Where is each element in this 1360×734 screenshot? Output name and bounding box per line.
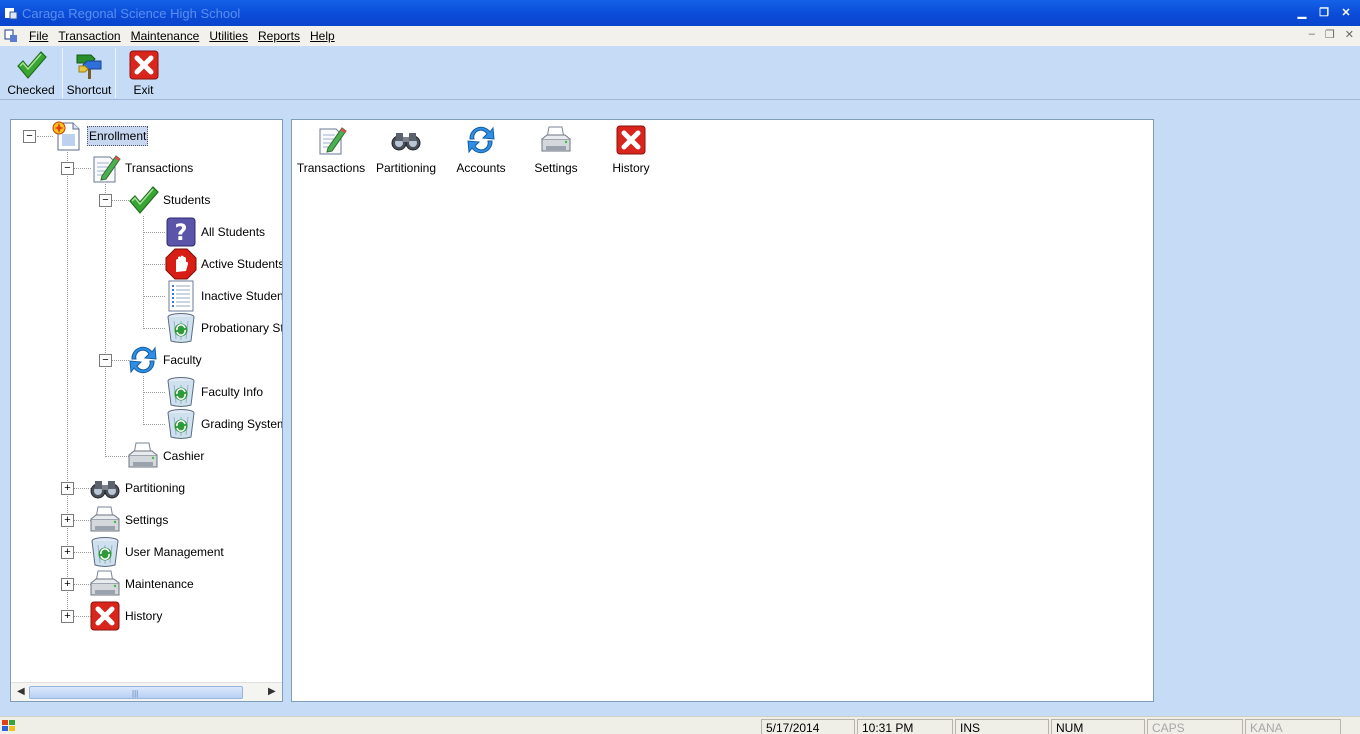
tree-node-active-students[interactable]: Active Students	[165, 248, 282, 280]
status-bar: 5/17/2014 10:31 PM INS NUM CAPS KANA	[0, 716, 1360, 734]
checkmark-icon	[15, 49, 47, 81]
tree-node-students[interactable]: Students	[127, 184, 210, 216]
expand-partitioning-toggle[interactable]: +	[61, 482, 74, 495]
tree-node-transactions[interactable]: Transactions	[89, 152, 193, 184]
toolbar: Checked Shortcut Exit	[0, 46, 1360, 100]
tree-horizontal-scrollbar[interactable]: ◀ ||| ▶	[11, 682, 282, 701]
navigation-tree[interactable]: − − − − + + + + + Enrollment Transaction…	[11, 120, 282, 682]
tree-node-all-students[interactable]: All Students	[165, 216, 265, 248]
tree-node-history[interactable]: History	[89, 600, 162, 632]
menu-transaction[interactable]: Transaction	[53, 29, 125, 43]
recycle-bin-icon	[165, 376, 197, 408]
collapse-enrollment-toggle[interactable]: −	[23, 130, 36, 143]
tree-line	[143, 232, 165, 233]
scroll-right-arrow[interactable]: ▶	[268, 686, 276, 697]
tree-node-enrollment[interactable]: Enrollment	[51, 120, 149, 152]
expand-settings-toggle[interactable]: +	[61, 514, 74, 527]
windows-flag-icon	[2, 720, 15, 731]
list-item-accounts[interactable]: Accounts	[443, 124, 519, 175]
edit-document-icon	[89, 152, 121, 184]
document-star-icon	[51, 120, 83, 152]
menu-utilities[interactable]: Utilities	[204, 29, 253, 43]
question-icon	[165, 216, 197, 248]
tree-line	[105, 184, 106, 457]
refresh-icon	[465, 124, 497, 156]
mdi-minimize-button[interactable]: –	[1309, 28, 1315, 41]
document-icon[interactable]	[4, 29, 18, 43]
list-item-transactions[interactable]: Transactions	[293, 124, 369, 175]
expand-user-management-toggle[interactable]: +	[61, 546, 74, 559]
printer-icon	[127, 440, 159, 472]
scroll-left-arrow[interactable]: ◀	[17, 686, 25, 697]
tree-node-maintenance[interactable]: Maintenance	[89, 568, 194, 600]
red-x-icon	[128, 49, 160, 81]
maximize-button[interactable]: ❐	[1316, 4, 1332, 20]
signpost-icon	[73, 49, 105, 81]
tree-node-probationary-students[interactable]: Probationary Students	[165, 312, 282, 344]
status-time: 10:31 PM	[857, 719, 953, 734]
collapse-transactions-toggle[interactable]: −	[61, 162, 74, 175]
menu-reports[interactable]: Reports	[253, 29, 305, 43]
stop-hand-icon	[165, 248, 197, 280]
checked-button[interactable]: Checked	[0, 46, 62, 100]
printer-icon	[540, 124, 572, 156]
content-list-view: Transactions Partitioning Accounts Setti…	[291, 119, 1154, 702]
expand-maintenance-toggle[interactable]: +	[61, 578, 74, 591]
status-kana: KANA	[1245, 719, 1341, 734]
menu-help[interactable]: Help	[305, 29, 340, 43]
status-date: 5/17/2014	[761, 719, 855, 734]
tree-line	[143, 296, 165, 297]
tree-line	[143, 424, 165, 425]
expand-history-toggle[interactable]: +	[61, 610, 74, 623]
tree-node-faculty[interactable]: Faculty	[127, 344, 202, 376]
recycle-bin-icon	[89, 536, 121, 568]
refresh-icon	[127, 344, 159, 376]
status-ins: INS	[955, 719, 1049, 734]
collapse-students-toggle[interactable]: −	[99, 194, 112, 207]
printer-icon	[89, 568, 121, 600]
minimize-button[interactable]: ▁	[1294, 4, 1310, 20]
window-title: Caraga Regonal Science High School	[22, 5, 241, 21]
binoculars-icon	[89, 472, 121, 504]
app-icon	[5, 8, 18, 20]
binoculars-icon	[390, 124, 422, 156]
tree-node-inactive-students[interactable]: Inactive Students	[165, 280, 282, 312]
navigation-tree-panel: − − − − + + + + + Enrollment Transaction…	[10, 119, 283, 702]
checkmark-icon	[127, 184, 159, 216]
tree-line	[143, 264, 165, 265]
close-button[interactable]: ✕	[1338, 4, 1354, 20]
scroll-thumb[interactable]: |||	[29, 686, 243, 699]
red-x-icon	[89, 600, 121, 632]
tree-line	[143, 376, 144, 425]
exit-button[interactable]: Exit	[116, 46, 171, 100]
recycle-bin-icon	[165, 408, 197, 440]
menu-file[interactable]: File	[24, 29, 53, 43]
list-item-history[interactable]: History	[593, 124, 669, 175]
menu-bar: File Transaction Maintenance Utilities R…	[0, 26, 1360, 46]
title-bar[interactable]: Caraga Regonal Science High School ▁ ❐ ✕	[0, 0, 1360, 26]
tree-line	[143, 328, 165, 329]
menu-maintenance[interactable]: Maintenance	[126, 29, 205, 43]
status-num: NUM	[1051, 719, 1145, 734]
mdi-close-button[interactable]: ✕	[1345, 28, 1354, 41]
tree-node-user-management[interactable]: User Management	[89, 536, 224, 568]
tree-line	[105, 456, 129, 457]
tree-node-partitioning[interactable]: Partitioning	[89, 472, 185, 504]
edit-document-icon	[315, 124, 347, 156]
list-item-partitioning[interactable]: Partitioning	[368, 124, 444, 175]
tree-line	[143, 392, 165, 393]
recycle-bin-icon	[165, 312, 197, 344]
shortcut-button[interactable]: Shortcut	[63, 46, 115, 100]
red-x-icon	[615, 124, 647, 156]
list-item-settings[interactable]: Settings	[518, 124, 594, 175]
collapse-faculty-toggle[interactable]: −	[99, 354, 112, 367]
mdi-restore-button[interactable]: ❐	[1325, 28, 1335, 41]
tree-node-grading-system[interactable]: Grading System	[165, 408, 282, 440]
tree-node-settings[interactable]: Settings	[89, 504, 168, 536]
tree-node-cashier[interactable]: Cashier	[127, 440, 204, 472]
list-document-icon	[165, 280, 197, 312]
tree-node-faculty-info[interactable]: Faculty Info	[165, 376, 263, 408]
status-caps: CAPS	[1147, 719, 1243, 734]
printer-icon	[89, 504, 121, 536]
